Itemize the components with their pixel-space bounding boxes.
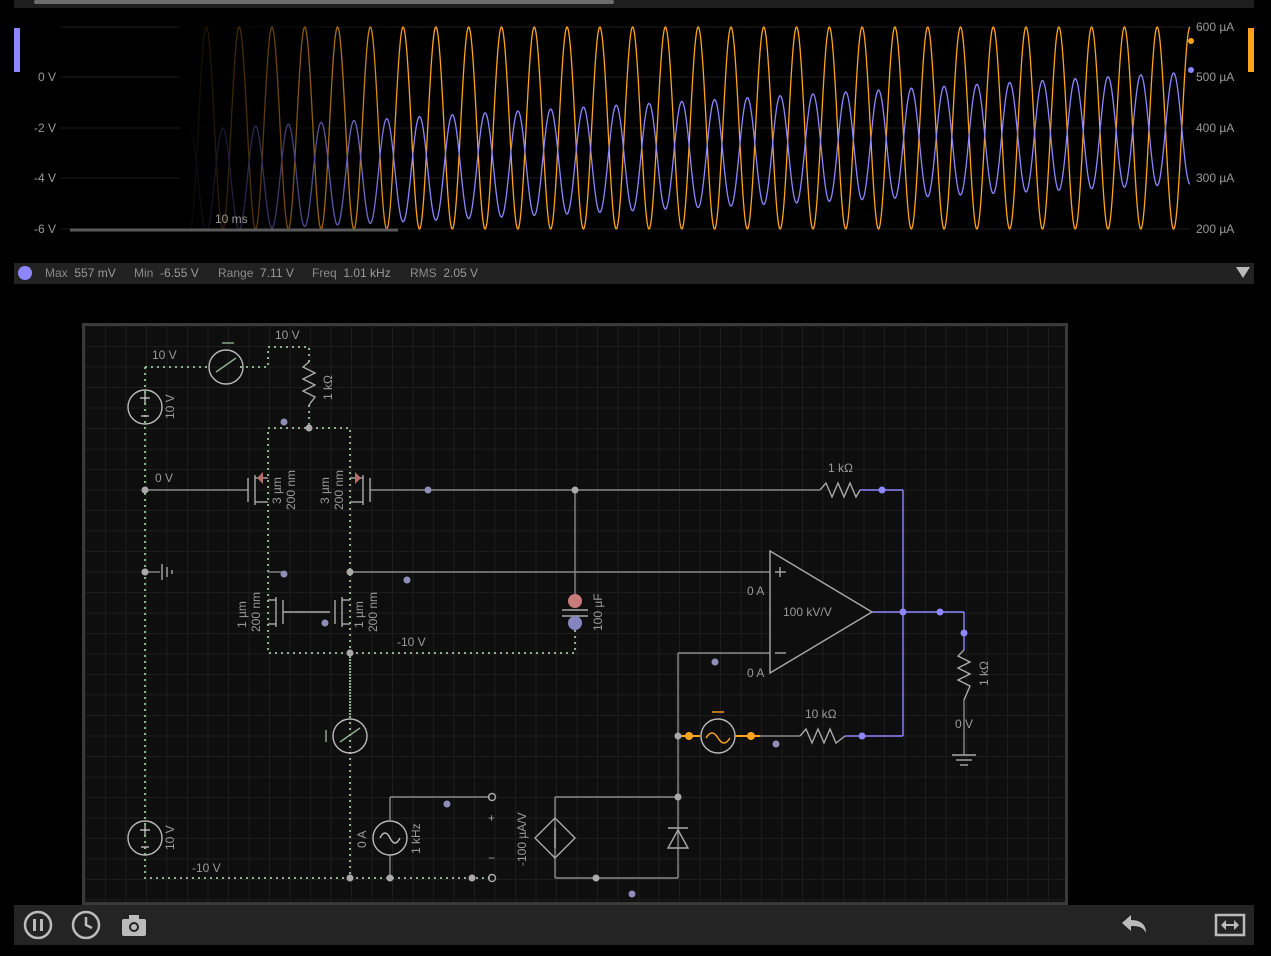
label-src-top: 10 V [163,394,177,419]
fit-screen-icon[interactable] [1214,909,1246,941]
voltage-channel-marker[interactable] [14,28,20,72]
capacitor[interactable] [562,594,588,630]
label-zero-v: 0 V [155,471,173,485]
label-m1-width: 3 µm [270,477,284,504]
switch-top[interactable] [208,342,244,385]
current-probe-dot [1188,38,1194,44]
current-channel-marker[interactable] [1248,28,1254,72]
label-src-bottom: 10 V [163,825,177,850]
bottom-toolbar [14,905,1254,945]
stat-freq-value: 1.01 kHz [343,266,391,280]
label-v-top-mid: 10 V [275,328,300,342]
label-r-in: 10 kΩ [805,707,837,721]
stat-range-label: Range [218,266,254,280]
label-r-load: 1 kΩ [977,661,991,686]
circuit-canvas[interactable]: 10 V 10 V 1 kΩ 10 V 0 V 3 µm 200 nm 3 µm… [82,323,1068,905]
label-r-feedback: 1 kΩ [828,461,853,475]
label-minus-terminal: − [488,851,495,865]
right-axis-tick: 500 µA [1196,70,1234,84]
stat-rms-value: 2.05 V [443,266,479,280]
stat-max-value: 557 mV [74,266,116,280]
label-m4-width: 1 µm [352,601,366,628]
mosfet-m2[interactable] [350,472,371,505]
stat-freq: Freq 1.01 kHz [312,266,391,280]
label-m3-length: 200 nm [249,592,263,632]
label-ac-current: 0 A [355,831,369,848]
label-m1-length: 200 nm [284,470,298,510]
voltage-probe-dot [1188,67,1194,73]
pause-icon[interactable] [22,909,54,941]
label-m4-length: 200 nm [366,592,380,632]
label-plus-terminal: + [488,811,495,825]
undo-icon[interactable] [1118,909,1150,941]
camera-icon[interactable] [118,909,150,941]
label-ia-plus: 0 A [747,584,764,598]
time-scale-label: 10 ms [215,212,248,226]
left-axis-tick: -2 V [34,121,56,135]
right-axis-tick: 600 µA [1196,20,1234,34]
label-opamp-gain: 100 kV/V [783,605,832,619]
label-m2-length: 200 nm [332,470,346,510]
resistor-r1[interactable] [301,361,317,406]
left-axis-tick: -6 V [34,222,56,236]
right-axis-tick: 400 µA [1196,121,1234,135]
stat-rms-label: RMS [410,266,437,280]
left-axis-tick: -4 V [34,171,56,185]
label-neg10b: -10 V [192,861,221,875]
right-axis-tick: 300 µA [1196,171,1234,185]
right-axis-tick: 200 µA [1196,222,1234,236]
scope-scrollbar-thumb[interactable] [34,0,614,4]
channel-color-dot[interactable] [18,266,32,280]
stat-min-label: Min [134,266,154,280]
ground-symbol [161,564,976,766]
circuit-grid [85,326,1065,902]
stat-rms: RMS 2.05 V [410,266,478,280]
stat-range-value: 7.11 V [260,266,294,280]
label-out-v: 0 V [955,717,973,731]
chevron-down-icon[interactable] [1236,267,1250,278]
label-m2-width: 3 µm [318,477,332,504]
clock-icon[interactable] [70,909,102,941]
oscilloscope-plot: 10 ms 0 V -2 V -4 V -6 V 600 µA 500 µA 4… [14,20,1254,250]
dc-source-top[interactable] [127,389,163,425]
stat-min-value: -6.55 V [160,266,199,280]
mosfet-m1[interactable] [247,472,268,505]
label-ac-frequency: 1 kHz [409,823,423,854]
stat-max: Max 557 mV [45,266,116,280]
label-ia-minus: 0 A [747,666,764,680]
mosfet-m3[interactable] [268,597,330,627]
ammeter[interactable] [700,711,736,754]
scope-scrollbar[interactable] [14,0,1254,8]
stat-min: Min -6.55 V [134,266,199,280]
left-axis-tick: 0 V [38,70,56,84]
signal-wires [145,489,965,879]
stat-range: Range 7.11 V [218,266,294,280]
mosfet-m4[interactable] [334,597,350,627]
scope-stats-bar: Max 557 mV Min -6.55 V Range 7.11 V Freq… [14,263,1254,284]
label-neg10: -10 V [397,635,426,649]
label-vccs: -100 µA/V [515,812,529,866]
label-v-top-left: 10 V [152,348,177,362]
label-capacitor: 100 µF [591,593,605,631]
stat-max-label: Max [45,266,68,280]
label-m3-width: 1 µm [235,601,249,628]
label-r1: 1 kΩ [321,375,335,400]
stat-freq-label: Freq [312,266,337,280]
